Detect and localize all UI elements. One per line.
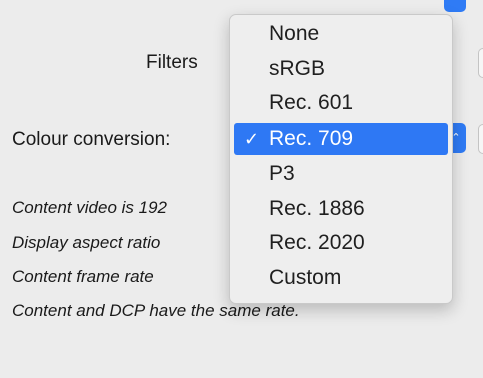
menu-item-label: Rec. 709 — [269, 127, 354, 150]
menu-item-label: Rec. 2020 — [269, 231, 365, 254]
menu-item-label: None — [269, 22, 320, 45]
colour-conversion-menu: None sRGB Rec. 601 ✓ Rec. 709 P3 Rec. 18… — [229, 14, 453, 304]
info-aspect-ratio: Display aspect ratio — [12, 233, 161, 252]
menu-item-label: sRGB — [269, 57, 326, 80]
info-video-size: Content video is 192 — [12, 198, 167, 217]
menu-item-none[interactable]: None — [234, 18, 448, 50]
info-frame-rate: Content frame rate — [12, 267, 154, 286]
menu-item-label: P3 — [269, 162, 295, 185]
filters-label: Filters — [146, 52, 198, 73]
menu-item-rec-709[interactable]: ✓ Rec. 709 — [234, 123, 448, 155]
menu-item-custom[interactable]: Custom — [234, 262, 448, 294]
checkmark-icon: ✓ — [244, 129, 260, 149]
menu-item-label: Rec. 1886 — [269, 197, 365, 220]
menu-item-rec-601[interactable]: Rec. 601 — [234, 87, 448, 119]
colour-conversion-label: Colour conversion: — [12, 129, 171, 150]
menu-item-p3[interactable]: P3 — [234, 158, 448, 190]
menu-item-rec-1886[interactable]: Rec. 1886 — [234, 193, 448, 225]
filters-edit-button[interactable] — [478, 48, 483, 78]
menu-item-label: Custom — [269, 266, 342, 289]
scale-to-popup-arrow[interactable] — [444, 0, 466, 12]
colour-conversion-edit-button[interactable] — [478, 124, 483, 154]
menu-item-srgb[interactable]: sRGB — [234, 53, 448, 85]
menu-item-label: Rec. 601 — [269, 91, 354, 114]
info-same-rate: Content and DCP have the same rate. — [12, 301, 300, 320]
menu-item-rec-2020[interactable]: Rec. 2020 — [234, 227, 448, 259]
